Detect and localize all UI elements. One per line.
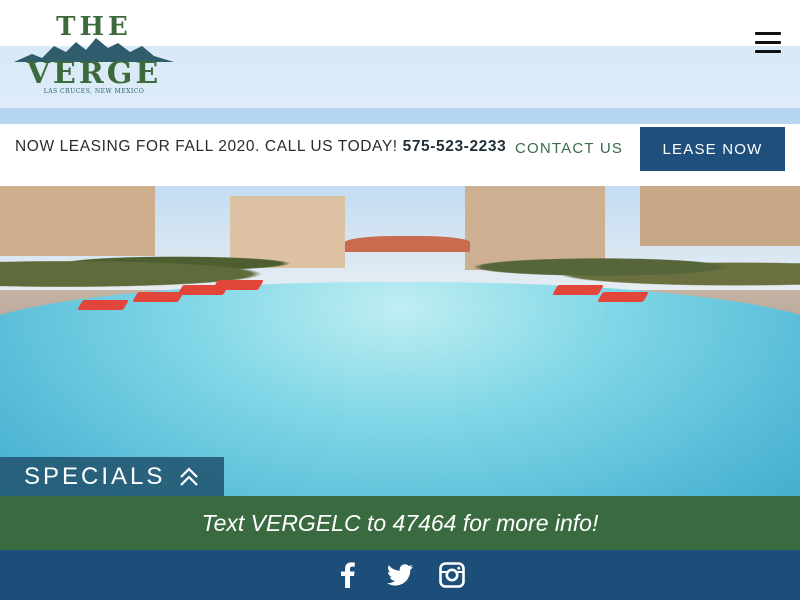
lease-announcement: NOW LEASING FOR FALL 2020. CALL US TODAY… bbox=[15, 138, 506, 156]
hero-lounger bbox=[132, 292, 184, 302]
double-chevron-up-icon bbox=[180, 466, 199, 486]
lease-announcement-text: NOW LEASING FOR FALL 2020. CALL US TODAY… bbox=[15, 138, 398, 155]
contact-us-link[interactable]: CONTACT US bbox=[515, 140, 623, 157]
text-info-bar: Text VERGELC to 47464 for more info! bbox=[0, 496, 800, 550]
specials-tab[interactable]: SPECIALS bbox=[0, 457, 224, 496]
text-info-message: Text VERGELC to 47464 for more info! bbox=[201, 509, 599, 536]
site-logo[interactable]: THE VERGE LAS CRUCES, NEW MEXICO bbox=[14, 12, 174, 96]
twitter-icon[interactable] bbox=[386, 561, 414, 589]
hero-lounger bbox=[212, 280, 264, 290]
hero-lounger bbox=[597, 292, 649, 302]
facebook-icon[interactable] bbox=[334, 561, 362, 589]
lease-now-button[interactable]: LEASE NOW bbox=[640, 127, 785, 171]
hero-lounger bbox=[77, 300, 129, 310]
logo-main-text: VERGE bbox=[26, 56, 162, 91]
specials-label: SPECIALS bbox=[24, 462, 166, 490]
social-footer bbox=[0, 550, 800, 600]
hamburger-menu-icon[interactable] bbox=[755, 32, 781, 54]
phone-number-link[interactable]: 575-523-2233 bbox=[403, 138, 507, 155]
hero-lounger bbox=[552, 285, 604, 295]
instagram-icon[interactable] bbox=[438, 561, 466, 589]
logo-sub-text: LAS CRUCES, NEW MEXICO bbox=[43, 88, 145, 95]
